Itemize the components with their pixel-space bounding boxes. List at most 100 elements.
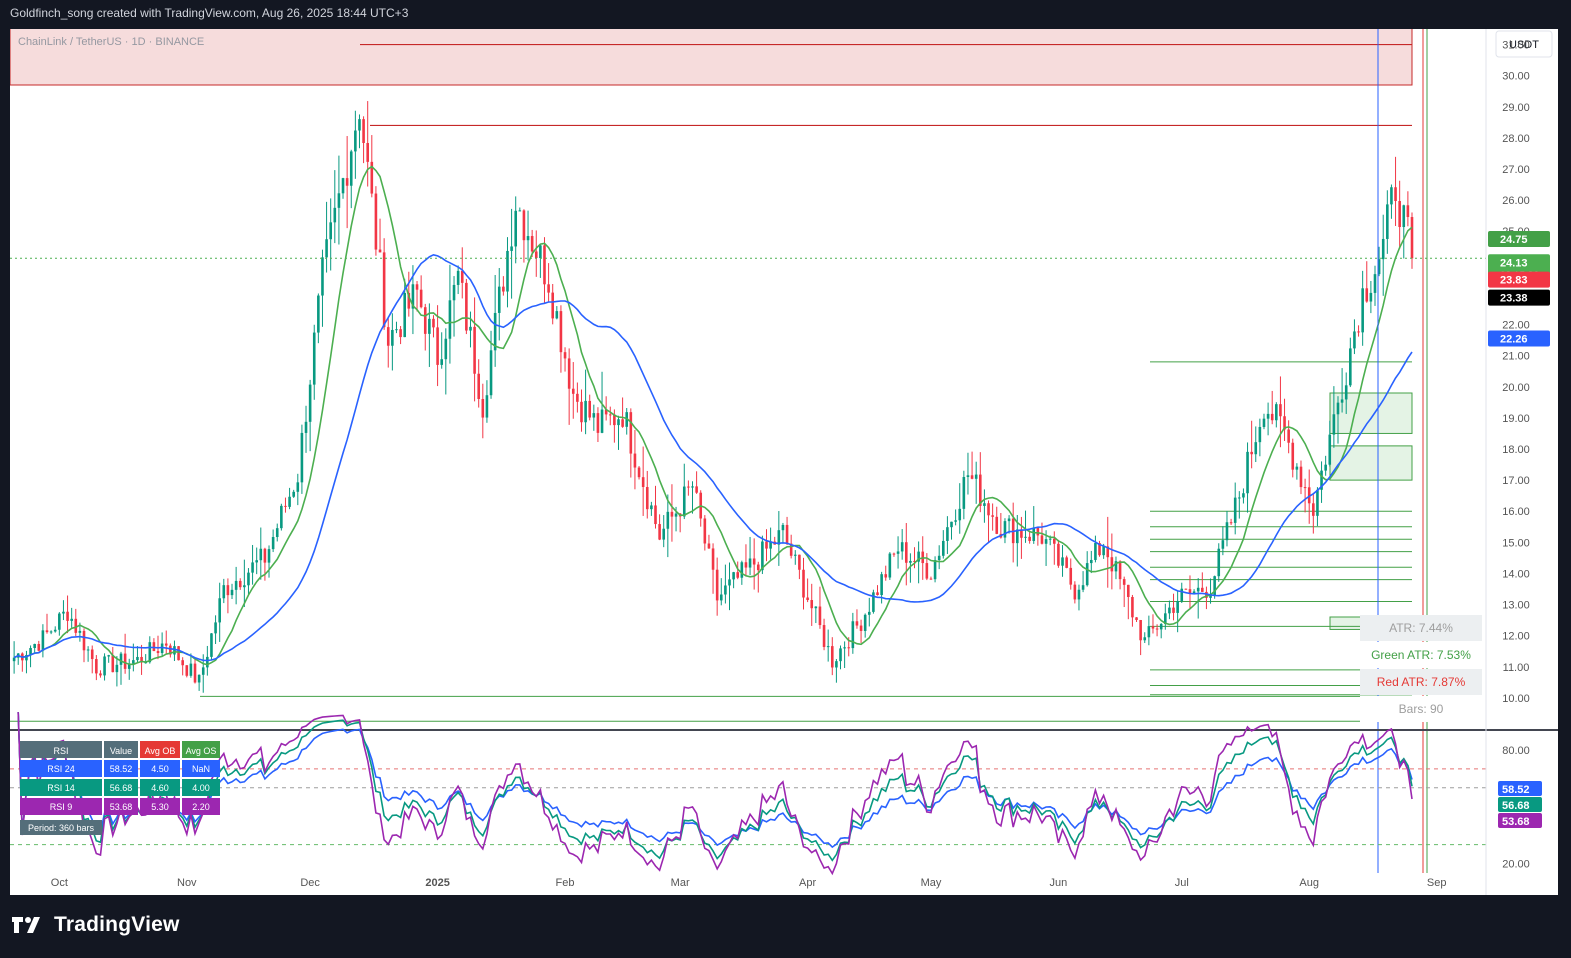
candle-body <box>954 520 957 522</box>
rsi-table-value: 58.52 <box>110 764 133 774</box>
candle-body <box>255 560 258 563</box>
candle-body <box>559 311 563 353</box>
candle-body <box>1201 587 1204 592</box>
candle-body <box>37 643 41 651</box>
candle-body <box>645 487 649 510</box>
candle-body <box>222 585 226 599</box>
candle-body <box>251 562 254 573</box>
candle-body <box>271 537 275 550</box>
candle-body <box>1077 589 1081 600</box>
candle-body <box>888 553 892 578</box>
candle-body <box>111 655 115 673</box>
candle-body <box>485 395 489 418</box>
candle-body <box>477 373 481 400</box>
time-tick-label: Apr <box>799 877 816 889</box>
candle-body <box>1159 623 1163 630</box>
candle-body <box>148 642 152 663</box>
price-tick-label: 11.00 <box>1503 662 1530 674</box>
candle-body <box>909 560 912 563</box>
candle-body <box>962 477 966 509</box>
candle-body <box>1365 288 1369 302</box>
candle-body <box>1229 522 1233 524</box>
candle-body <box>1139 619 1142 641</box>
candle-body <box>744 562 748 568</box>
candle-body <box>851 621 855 649</box>
candle-body <box>132 660 135 664</box>
price-tick-label: 12.00 <box>1502 631 1530 643</box>
candle-body <box>152 642 156 652</box>
candle-body <box>637 467 641 478</box>
candle-body <box>247 572 250 586</box>
candle-body <box>1233 497 1237 523</box>
candle-body <box>41 630 45 651</box>
candle-body <box>1246 451 1249 494</box>
candle-body <box>1398 201 1401 228</box>
candle-body <box>798 554 801 570</box>
candle-body <box>1266 413 1270 419</box>
candle-body <box>415 284 419 290</box>
candle-body <box>1053 538 1056 544</box>
candle-body <box>974 474 978 479</box>
candle-body <box>136 656 139 661</box>
candle-body <box>830 646 834 668</box>
candle-body <box>966 475 970 478</box>
candle-body <box>855 621 859 626</box>
candle-body <box>444 338 448 360</box>
rsi-table-value: 56.68 <box>110 783 133 793</box>
candle-body <box>592 413 596 418</box>
candle-body <box>354 130 357 152</box>
rsi-table-value: 4.00 <box>192 783 210 793</box>
candle-body <box>991 515 994 517</box>
candle-body <box>1406 205 1410 218</box>
candle-body <box>436 327 439 365</box>
candle-body <box>321 257 324 296</box>
rsi-table-value: RSI 14 <box>47 783 75 793</box>
rsi-table-header: Avg OS <box>186 746 217 756</box>
candle-body <box>267 549 271 563</box>
candle-body <box>502 286 505 292</box>
candle-body <box>839 648 842 662</box>
candle-body <box>1090 559 1093 564</box>
price-label-value: 23.38 <box>1500 293 1528 305</box>
candle-body <box>937 555 941 561</box>
candle-body <box>362 119 365 144</box>
price-tick-label: 13.00 <box>1502 600 1530 612</box>
candle-body <box>904 542 908 563</box>
candle-body <box>201 667 205 675</box>
candle-body <box>958 508 962 521</box>
candle-body <box>1188 589 1192 593</box>
candle-body <box>732 572 735 580</box>
candle-body <box>1270 413 1274 421</box>
candle-body <box>748 558 752 568</box>
candle-body <box>987 503 990 516</box>
candle-body <box>78 630 82 633</box>
candle-body <box>45 630 49 633</box>
candle-body <box>506 250 509 292</box>
candle-body <box>1262 418 1266 427</box>
candle-body <box>432 318 435 328</box>
candle-body <box>12 657 16 662</box>
candle-body <box>793 554 797 556</box>
candle-body <box>1151 626 1155 629</box>
candle-body <box>66 611 69 621</box>
candle-body <box>259 548 263 561</box>
candle-body <box>1381 238 1385 260</box>
candle-body <box>263 548 267 563</box>
candle-body <box>736 572 740 578</box>
candle-body <box>654 505 657 525</box>
footer-brand[interactable]: TradingView <box>10 913 180 937</box>
candle-body <box>119 653 123 665</box>
candle-body <box>1003 521 1007 538</box>
price-chart[interactable]: ChainLink / TetherUS · 1D · BINANCE USDT … <box>10 29 1558 895</box>
candle-body <box>345 178 349 186</box>
candle-body <box>469 326 472 331</box>
candle-body <box>1361 288 1364 333</box>
candle-body <box>288 496 291 507</box>
candle-body <box>386 327 390 346</box>
candle-body <box>275 528 279 538</box>
price-tick-label: 31.00 <box>1502 40 1530 52</box>
candle-body <box>1172 607 1175 613</box>
candle-body <box>695 486 698 493</box>
candle-body <box>551 292 555 319</box>
candle-body <box>785 524 789 544</box>
